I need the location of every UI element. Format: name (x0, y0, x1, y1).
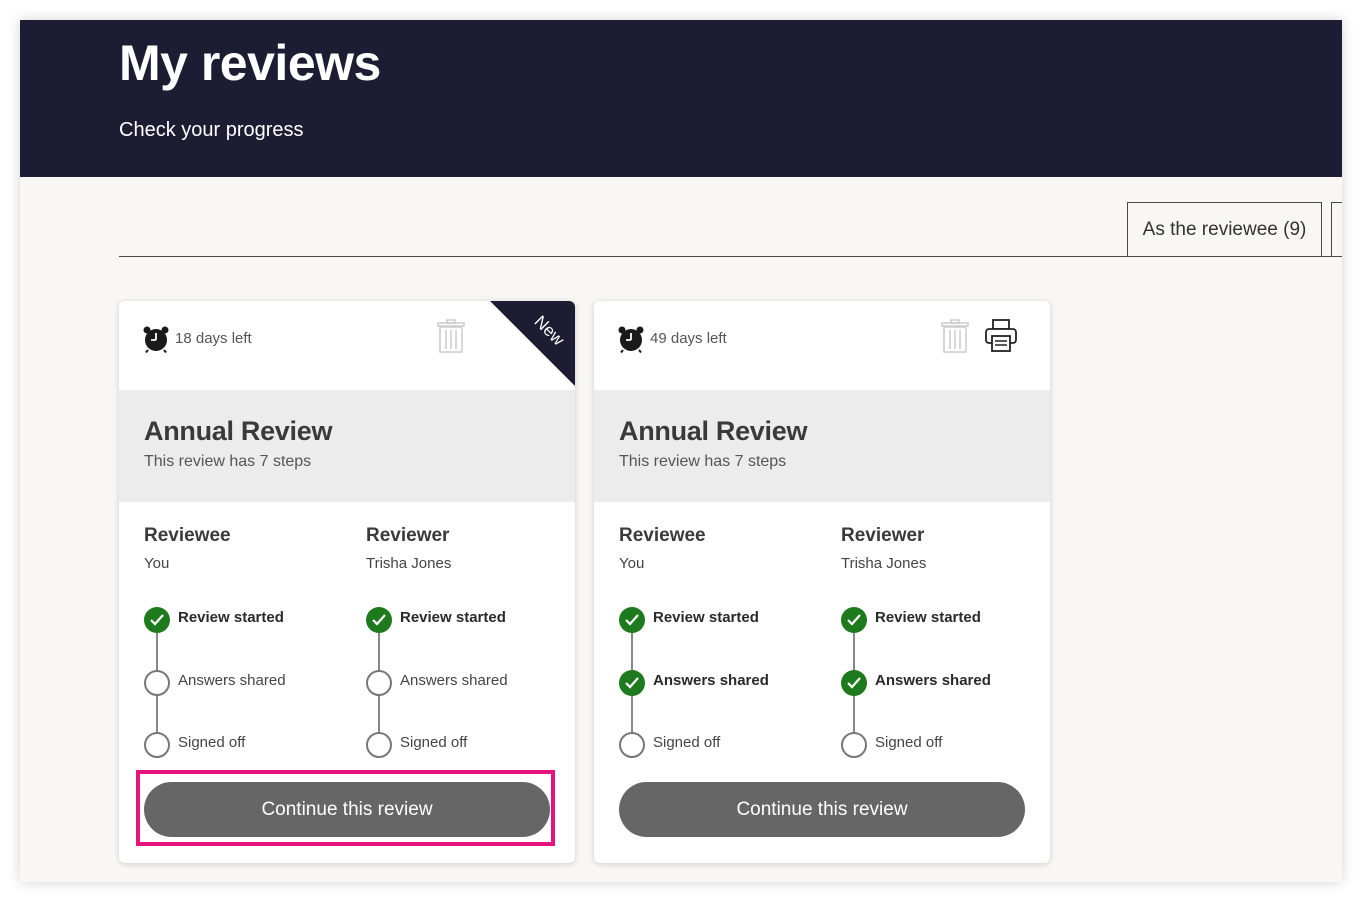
step-pending-icon (366, 670, 392, 696)
alarm-clock-icon (618, 326, 644, 353)
reviewer-name: Trisha Jones (366, 555, 452, 572)
review-steps-count: This review has 7 steps (144, 453, 312, 470)
step-label: Signed off (875, 734, 943, 751)
continue-review-button[interactable]: Continue this review (619, 782, 1025, 837)
card-top: 49 days left (594, 301, 1050, 390)
card-title-band: Annual Review This review has 7 steps (594, 390, 1050, 502)
page-title: My reviews (119, 35, 381, 91)
printer-icon[interactable] (985, 319, 1017, 353)
step-label: Signed off (178, 734, 246, 751)
reviewee-heading: Reviewee (619, 525, 706, 546)
step-label: Review started (178, 609, 284, 626)
review-card: 49 days left Annual Review This review h… (594, 301, 1050, 863)
reviewee-name: You (619, 555, 645, 572)
review-title: Annual Review (619, 416, 808, 446)
continue-review-button[interactable]: Continue this review (144, 782, 550, 837)
step-label: Answers shared (875, 672, 991, 689)
step-pending-icon (619, 732, 645, 758)
step-pending-icon (144, 670, 170, 696)
step-done-icon (841, 607, 867, 633)
trash-icon[interactable] (941, 319, 969, 353)
reviewer-heading: Reviewer (841, 525, 925, 546)
step-label: Signed off (653, 734, 721, 751)
step-done-icon (144, 607, 170, 633)
step-pending-icon (144, 732, 170, 758)
tab-divider (119, 256, 1342, 257)
page-subtitle: Check your progress (119, 119, 304, 141)
reviewee-heading: Reviewee (144, 525, 231, 546)
step-label: Answers shared (653, 672, 769, 689)
page-header: My reviews Check your progress (20, 20, 1342, 177)
step-done-icon (619, 670, 645, 696)
review-title: Annual Review (144, 416, 333, 446)
step-label: Answers shared (400, 672, 508, 689)
reviewer-name: Trisha Jones (841, 555, 927, 572)
step-label: Answers shared (178, 672, 286, 689)
step-label: Review started (875, 609, 981, 626)
tab-next[interactable] (1331, 202, 1342, 256)
days-left: 18 days left (175, 330, 252, 347)
trash-icon[interactable] (437, 319, 465, 353)
tab-as-reviewee[interactable]: As the reviewee (9) (1127, 202, 1322, 256)
step-label: Review started (653, 609, 759, 626)
step-label: Signed off (400, 734, 468, 751)
reviewee-name: You (144, 555, 170, 572)
card-title-band: Annual Review This review has 7 steps (119, 390, 575, 502)
review-steps-count: This review has 7 steps (619, 453, 787, 470)
step-done-icon (841, 670, 867, 696)
alarm-clock-icon (143, 326, 169, 353)
days-left: 49 days left (650, 330, 727, 347)
step-done-icon (366, 607, 392, 633)
review-card: 18 days left New Annual Review This revi… (119, 301, 575, 863)
step-pending-icon (841, 732, 867, 758)
card-top: 18 days left New (119, 301, 575, 390)
step-pending-icon (366, 732, 392, 758)
reviewer-heading: Reviewer (366, 525, 450, 546)
step-done-icon (619, 607, 645, 633)
step-label: Review started (400, 609, 506, 626)
page-frame: My reviews Check your progress As the re… (20, 20, 1342, 882)
